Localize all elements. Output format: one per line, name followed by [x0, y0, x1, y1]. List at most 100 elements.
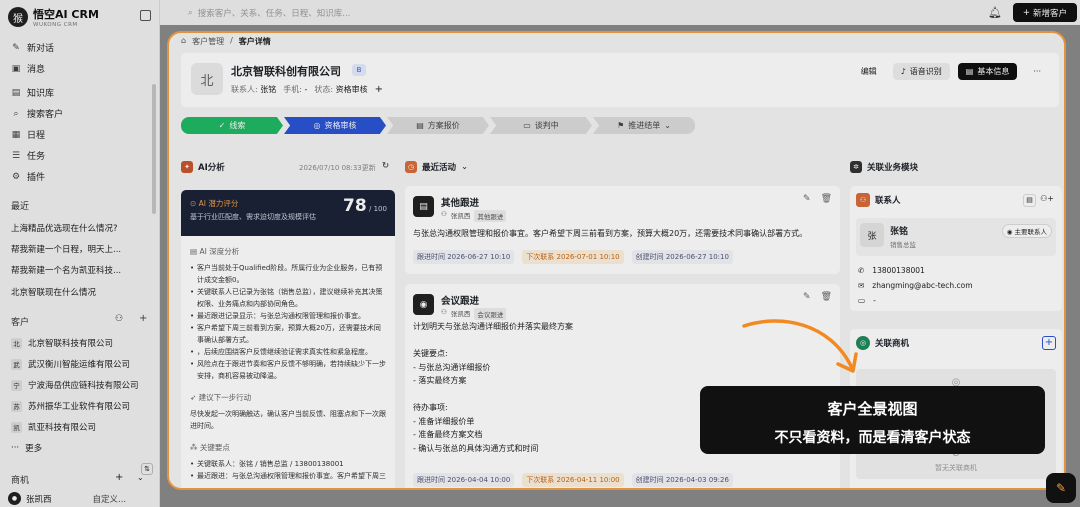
next-action-title: ➶ 建议下一步行动 [190, 393, 252, 402]
score-max: / 100 [369, 205, 387, 213]
delete-icon[interactable]: 🗑︎ [821, 292, 832, 302]
document-icon[interactable]: ▤ [1023, 194, 1036, 207]
custom-setting-link[interactable]: 自定义... [93, 493, 127, 505]
chevron-down-icon[interactable]: ⌄ [137, 473, 144, 482]
notification-bell-icon[interactable]: 🔔︎ [988, 6, 1002, 19]
customer-name: 武汉衡川智能运维有限公司 [28, 360, 131, 370]
contact-label: 联系人: [231, 85, 258, 94]
app-subtitle: WUKONG CRM [33, 22, 78, 28]
more-options-button[interactable]: ··· [1025, 63, 1049, 80]
stage-close[interactable]: ⚑ 推进结单 ⌄ [593, 117, 695, 134]
edit-icon[interactable]: ✎ [803, 194, 811, 204]
contact-note-row: ▭ - [858, 296, 876, 305]
chat-icon: ▭ [523, 121, 531, 130]
activity-icon: ◷ [405, 161, 417, 173]
customer-name: 苏州振华工业软件有限公司 [28, 402, 131, 412]
sidebar-item-messages[interactable]: ▣ 消息 [11, 62, 45, 76]
contact-value[interactable]: 张铭 [260, 85, 276, 94]
basic-info-button[interactable]: ▤ 基本信息 [957, 63, 1018, 80]
empty-text: 暂无关联商机 [935, 464, 977, 472]
activity-card-footer: 跟进时间 2026-04-04 10:00 下次联系 2026-04-11 10:… [413, 473, 733, 487]
delete-icon[interactable]: 🗑︎ [821, 194, 832, 204]
stage-negotiation[interactable]: ▭ 谈判中 [490, 117, 592, 134]
phone-label: 手机: [283, 85, 302, 94]
user-name: 张凯西 [26, 494, 52, 505]
chevron-down-icon[interactable]: ⌄ [461, 162, 468, 172]
note-icon: ▭ [858, 296, 866, 305]
feature-callout: 客户全景视图 不只看资料，而是看清客户状态 [700, 386, 1045, 454]
check-icon: ✓ [218, 121, 226, 130]
sidebar-toggle-icon[interactable] [140, 10, 151, 21]
more-customers[interactable]: ··· 更多 [11, 442, 42, 454]
sidebar-item-plugins[interactable]: ⚙ 插件 [11, 170, 45, 184]
add-contact-icon[interactable]: ⚇+ [1040, 194, 1054, 203]
contact-email[interactable]: zhangming@abc-tech.com [872, 281, 972, 290]
customer-item[interactable]: 苏苏州振华工业软件有限公司 [11, 400, 130, 412]
stage-label: 线索 [229, 121, 246, 130]
add-user-icon[interactable]: ⚇ [115, 314, 123, 324]
stage-proposal[interactable]: ▤ 方案报价 [387, 117, 489, 134]
contact-phone[interactable]: 13800138001 [872, 266, 925, 275]
new-customer-button[interactable]: + 新增客户 [1013, 3, 1077, 22]
recent-item[interactable]: 上海精品优选现在什么情况? [11, 222, 118, 234]
add-opportunity-icon[interactable]: + [115, 472, 123, 483]
new-customer-label: 新增客户 [1033, 8, 1068, 19]
sidebar-item-label: 搜索客户 [27, 110, 64, 120]
contact-phone-row: ✆ 13800138001 [858, 266, 925, 275]
add-icon[interactable]: + [375, 84, 383, 95]
recent-item[interactable]: 帮我新建一个日程，明天上... [11, 243, 121, 255]
current-user[interactable]: ● 张凯西 自定义... [8, 492, 126, 505]
sidebar-item-search-customers[interactable]: ⌕ 搜索客户 [11, 107, 64, 121]
monkey-logo-icon: 猴 [8, 7, 28, 27]
contact-note: - [873, 296, 876, 305]
user-icon: ⚇ [441, 308, 447, 316]
chat-edit-fab-icon[interactable]: ✎ [1046, 473, 1076, 503]
sidebar-item-knowledge[interactable]: ▤ 知识库 [11, 86, 54, 100]
next-action-text: 尽快发起一次明确触达，确认客户当前反馈、阻塞点和下一次跟进时间。 [190, 410, 386, 430]
stage-label: 谈判中 [534, 121, 559, 130]
add-opportunity-button[interactable]: + [1042, 336, 1056, 350]
edit-button[interactable]: 编辑 [853, 63, 885, 80]
basic-info-label: 基本信息 [977, 67, 1010, 76]
more-icon: ··· [11, 443, 20, 453]
customer-name: 北京智联科技有限公司 [28, 339, 114, 349]
edit-icon[interactable]: ✎ [803, 292, 811, 302]
sidebar-item-calendar[interactable]: ▦ 日程 [11, 128, 45, 142]
app-logo[interactable]: 猴 悟空AI CRM WUKONG CRM [8, 6, 99, 28]
key-points-list: 关键联系人：张铭 / 销售总监 / 13800138001 最近跟进：与张总沟通… [190, 458, 386, 482]
stage-label: 资格审核 [324, 121, 357, 130]
ai-score-card: ⊙ AI 潜力评分 基于行业匹配度、需求迫切度及规模评估 78 / 100 [181, 190, 395, 236]
stage-lead[interactable]: ✓ 线索 [181, 117, 283, 134]
contact-card[interactable]: 张 张铭 销售总监 ◉ 主要联系人 [856, 218, 1056, 256]
activity-card-title: 其他跟进 [441, 198, 480, 209]
customer-avatar: 苏 [11, 400, 22, 412]
stage-qualification[interactable]: ◎ 资格审核 [284, 117, 386, 134]
analysis-point: 关键联系人已记录为张铭（销售总监），建议继续补充其决策权限、业务痛点和内部协同角… [190, 286, 386, 310]
sidebar-item-tasks[interactable]: ☰ 任务 [11, 149, 45, 163]
stage-progress: ✓ 线索 ◎ 资格审核 ▤ 方案报价 ▭ 谈判中 ⚑ 推进结单 ⌄ [181, 117, 696, 134]
customer-item[interactable]: 北北京智联科技有限公司 [11, 337, 113, 349]
customer-item[interactable]: 凯凯亚科技有限公司 [11, 421, 96, 433]
next-contact-time: 下次联系 2026-07-01 10:10 [522, 250, 624, 264]
customer-name: 宁波海岳供应链科技有限公司 [28, 381, 139, 391]
global-search[interactable]: ⌕ 搜索客户、关系、任务、日程、知识库... [188, 7, 350, 19]
contacts-icon: ⚇ [856, 193, 870, 207]
voice-label: 语音识别 [909, 67, 942, 76]
activity-card: ▤ 其他跟进 ⚇ 张凯西 其他跟进 ✎ 🗑︎ 与张总沟通权限管理和报价事宜。客户希望下… [405, 186, 840, 274]
breadcrumb-parent[interactable]: 客户管理 [192, 36, 224, 47]
recent-activity-panel: ◷ 最近活动 ⌄ ▤ 其他跟进 ⚇ 张凯西 其他跟进 ✎ 🗑︎ 与张总沟通权限管理和报价事… [405, 161, 840, 488]
voice-recognition-button[interactable]: ♪ 语音识别 [892, 63, 950, 80]
sidebar-scrollbar[interactable] [152, 84, 156, 214]
customer-item[interactable]: 武武汉衡川智能运维有限公司 [11, 358, 130, 370]
activity-card-meta: ⚇ 张凯西 其他跟进 [441, 210, 507, 222]
add-icon[interactable]: + [139, 313, 147, 324]
target-icon: ◎ [313, 121, 321, 130]
sidebar-item-new-chat[interactable]: ✎ 新对话 [11, 41, 54, 55]
analysis-point: ，后续应围绕客户反馈继续验证需求真实性和紧急程度。 [190, 346, 386, 358]
refresh-icon[interactable]: ↻ [382, 161, 389, 171]
recent-item[interactable]: 北京智联现在什么情况 [11, 286, 96, 298]
recent-item[interactable]: 帮我新建一个名为凯亚科技... [11, 264, 121, 276]
customer-item[interactable]: 宁宁波海岳供应链科技有限公司 [11, 379, 139, 391]
customer-avatar: 宁 [11, 379, 22, 391]
contact-email-row: ✉ zhangming@abc-tech.com [858, 281, 973, 290]
